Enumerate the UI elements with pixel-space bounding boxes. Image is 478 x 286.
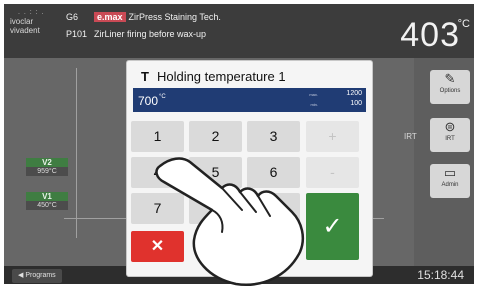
max-value: 1200: [346, 90, 362, 97]
ok-button[interactable]: ✓: [306, 193, 359, 260]
irt-button[interactable]: ⊜ IRT: [430, 118, 470, 152]
temperature-unit: °C: [457, 18, 470, 30]
v2-label: V2: [42, 158, 52, 167]
chart-y-axis: [76, 68, 77, 238]
program-code: G6: [66, 12, 79, 22]
irt-label: IRT: [404, 132, 417, 141]
v1-label: V1: [42, 192, 52, 201]
programs-label: Programs: [25, 272, 56, 279]
current-value-unit: °C: [159, 94, 166, 100]
back-arrow-icon: ◀: [18, 272, 24, 279]
logo-dots: . . : : .: [18, 9, 45, 16]
sensor-icon: ⊜: [444, 119, 456, 134]
program-subtitle: ZirLiner firing before wax-up: [94, 29, 207, 39]
admin-label: Admin: [441, 182, 459, 188]
program-title-line: G6 e.max ZirPress Staining Tech.: [66, 12, 221, 22]
dialog-title: T Holding temperature 1: [141, 69, 286, 84]
monitor-icon: ▭: [443, 165, 457, 180]
programs-button[interactable]: ◀ Programs: [12, 269, 62, 283]
v2-value: 959°C: [26, 167, 68, 176]
current-value-number: 700: [138, 94, 159, 108]
program-number: P101: [66, 29, 88, 39]
v1-badge[interactable]: V1 450°C: [26, 192, 68, 210]
options-label: Options: [439, 88, 461, 94]
max-tag: max.: [309, 92, 318, 97]
pen-icon: ✎: [444, 71, 456, 86]
v1-value: 450°C: [26, 201, 68, 210]
logo: ivoclar vivadent: [10, 17, 58, 35]
dialog-title-text: Holding temperature 1: [156, 69, 286, 84]
irt-button-label: IRT: [445, 136, 455, 142]
clock: 15:18:44: [417, 268, 464, 282]
minus-button[interactable]: -: [306, 157, 359, 188]
value-display: 700°C max. 1200 min. 100: [133, 88, 366, 112]
current-temperature: 403: [400, 16, 460, 54]
min-tag: min.: [310, 102, 318, 107]
options-button[interactable]: ✎ Options: [430, 70, 470, 104]
pointing-hand-icon: [155, 157, 304, 286]
brand-badge: e.max: [94, 12, 126, 22]
admin-button[interactable]: ▭ Admin: [430, 164, 470, 198]
min-value: 100: [350, 100, 362, 107]
program-subtitle-line: P101 ZirLiner firing before wax-up: [66, 29, 206, 39]
logo-line2: vivadent: [10, 26, 40, 35]
logo-line1: ivoclar: [10, 17, 34, 26]
current-value: 700°C: [138, 94, 166, 108]
dialog-title-prefix: T: [141, 69, 149, 84]
header-bar: . . : : . ivoclar vivadent G6 e.max ZirPre…: [4, 4, 474, 58]
program-title: ZirPress Staining Tech.: [128, 12, 221, 22]
plus-button[interactable]: +: [306, 121, 359, 152]
v2-badge[interactable]: V2 959°C: [26, 158, 68, 176]
